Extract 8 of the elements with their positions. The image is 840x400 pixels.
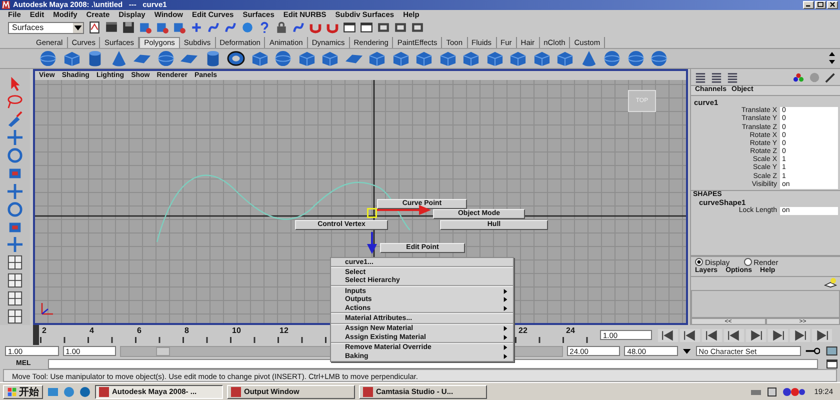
frame-number: 12 [280,326,288,336]
frame-number: 10 [232,326,241,336]
frame-number: 24 [566,326,575,336]
frame-number: 2 [42,326,46,336]
frame-number: 22 [518,326,528,336]
frame-number: 4 [90,326,94,336]
frame-number: 8 [184,326,189,336]
frame-number: 6 [137,326,142,336]
